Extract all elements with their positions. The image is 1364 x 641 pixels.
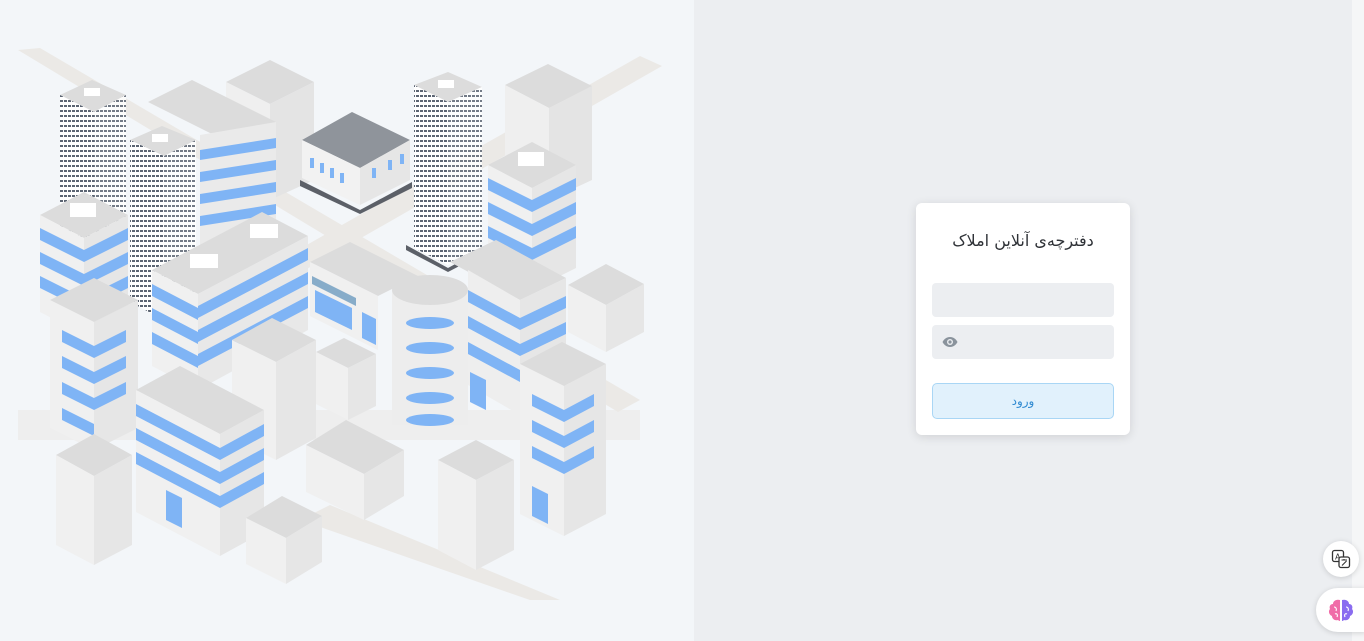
brain-icon xyxy=(1328,599,1354,621)
login-card: دفترچه‌ی آنلاین املاک ورود xyxy=(916,203,1130,435)
assistant-button[interactable] xyxy=(1316,588,1364,632)
login-title: دفترچه‌ی آنلاین املاک xyxy=(952,231,1094,250)
city-illustration-panel xyxy=(0,0,694,641)
translate-button[interactable]: A xyxy=(1323,541,1359,577)
isometric-city-illustration xyxy=(18,48,662,600)
login-button[interactable]: ورود xyxy=(932,383,1114,419)
username-input[interactable] xyxy=(932,283,1114,317)
translate-icon: A xyxy=(1331,549,1351,569)
password-input[interactable] xyxy=(932,325,1114,359)
page-scrollbar[interactable] xyxy=(1352,0,1364,641)
eye-icon[interactable] xyxy=(942,335,958,349)
